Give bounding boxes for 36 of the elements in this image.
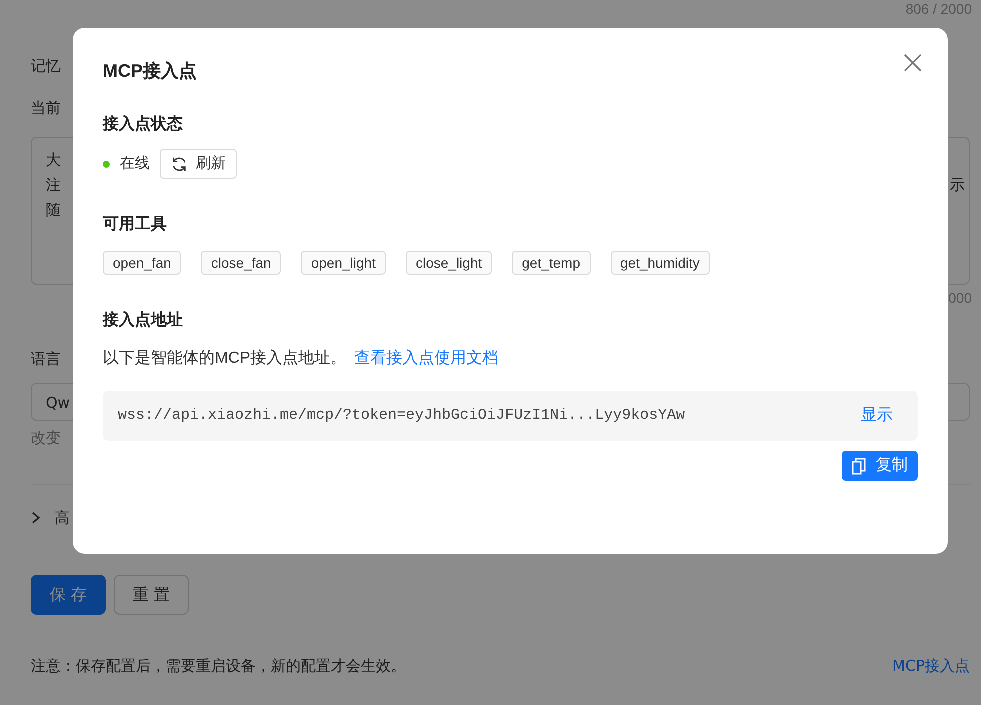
- mcp-link[interactable]: MCP接入点: [892, 655, 970, 678]
- intro-text: 以下是智能体的MCP接入点地址。: [103, 348, 347, 369]
- text-line: 随: [46, 200, 61, 221]
- tool-tag: close_fan: [201, 251, 282, 275]
- text-line: 大: [46, 150, 61, 171]
- note-text: 注意：保存配置后，需要重启设备，新的配置才会生效。: [31, 656, 406, 677]
- field-label: 语言: [31, 350, 61, 368]
- text-line: 注: [46, 175, 61, 196]
- docs-link[interactable]: 查看接入点使用文档: [354, 347, 499, 371]
- section-heading: 可用工具: [103, 215, 168, 235]
- tool-tag: open_light: [301, 251, 386, 275]
- text-line: 示: [950, 175, 965, 196]
- copy-icon: [852, 458, 866, 474]
- tool-tag: get_humidity: [610, 251, 710, 275]
- field-label: 记忆: [31, 57, 61, 75]
- dialog-title: MCP接入点: [103, 60, 197, 83]
- character-count: 806 / 2000: [906, 1, 972, 17]
- field-label: 当前: [31, 99, 61, 117]
- tool-tag: open_fan: [103, 251, 182, 275]
- close-icon[interactable]: [902, 52, 924, 74]
- tool-tag: get_temp: [512, 251, 590, 275]
- reset-button[interactable]: 重 置: [114, 575, 190, 615]
- chevron-icon[interactable]: [31, 510, 41, 525]
- save-button[interactable]: 保 存: [31, 575, 106, 615]
- character-count: 000: [948, 290, 972, 306]
- refresh-icon: [171, 156, 188, 172]
- hint-text: 改变: [31, 429, 61, 447]
- address-text: wss://api.xiaozhi.me/mcp/?token=eyJhbGciOiJFUzI1Ni...Lyy9kosYAw: [118, 406, 686, 426]
- section-heading: 接入点地址: [103, 310, 184, 331]
- copy-button[interactable]: 复制: [842, 451, 918, 481]
- section-heading: 接入点状态: [103, 114, 184, 135]
- collapse-label[interactable]: 高: [55, 506, 70, 529]
- tool-tag: close_light: [406, 251, 492, 275]
- show-button[interactable]: 显示: [861, 404, 893, 428]
- status-text: 在线: [120, 154, 150, 174]
- refresh-button[interactable]: 刷新: [160, 149, 237, 179]
